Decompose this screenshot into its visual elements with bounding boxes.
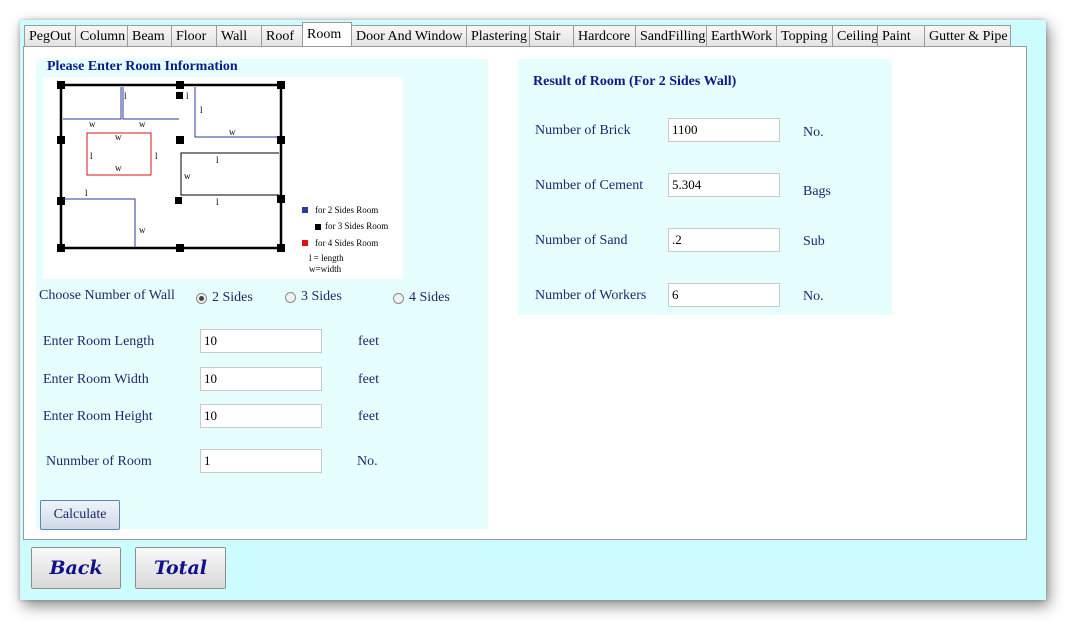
radio-selected-icon [196, 292, 207, 304]
svg-text:w: w [89, 119, 96, 129]
tab-topping[interactable]: Topping [776, 25, 833, 46]
calculate-button[interactable]: Calculate [40, 500, 120, 530]
tab-paint[interactable]: Paint [877, 25, 925, 46]
svg-text:l: l [216, 155, 219, 165]
svg-text:l: l [90, 151, 93, 161]
svg-text:w: w [139, 119, 146, 129]
app-window: PegOut Column Beam Floor Wall Roof Room … [20, 20, 1046, 600]
legend-3-sides: for 3 Sides Room [325, 221, 388, 231]
svg-text:w: w [184, 171, 191, 181]
room-height-unit: feet [358, 409, 379, 424]
svg-text:l: l [124, 91, 127, 101]
tab-plastering[interactable]: Plastering [466, 25, 530, 46]
tab-floor[interactable]: Floor [171, 25, 217, 46]
room-width-input[interactable] [200, 367, 322, 391]
legend-width-note: w=width [309, 264, 342, 274]
svg-text:l: l [155, 151, 158, 161]
tab-stair[interactable]: Stair [529, 25, 574, 46]
room-length-label: Enter Room Length [43, 334, 155, 349]
svg-text:w: w [229, 127, 236, 137]
svg-text:l: l [200, 105, 203, 115]
sand-unit: Sub [803, 234, 825, 249]
tab-sandfilling[interactable]: SandFilling [635, 25, 707, 46]
sand-output[interactable] [668, 228, 780, 252]
tab-door-and-window[interactable]: Door And Window [351, 25, 467, 46]
radio-empty-icon [285, 291, 296, 303]
tab-gutter-and-pipe[interactable]: Gutter & Pipe [924, 25, 1011, 46]
tab-ceiling[interactable]: Ceiling [832, 25, 878, 46]
tab-earthwork[interactable]: EarthWork [706, 25, 777, 46]
room-count-unit: No. [357, 454, 378, 469]
tab-beam[interactable]: Beam [127, 25, 172, 46]
room-length-unit: feet [358, 334, 379, 349]
svg-text:l: l [186, 91, 189, 101]
svg-text:w: w [115, 132, 122, 142]
room-height-label: Enter Room Height [43, 409, 153, 424]
room-width-label: Enter Room Width [43, 372, 149, 387]
svg-text:w: w [139, 225, 146, 235]
room-height-input[interactable] [200, 404, 322, 428]
brick-label: Number of Brick [535, 123, 631, 138]
result-panel-title: Result of Room (For 2 Sides Wall) [533, 74, 737, 89]
brick-output[interactable] [668, 118, 780, 142]
brick-unit: No. [803, 125, 824, 140]
room-diagram: l l l w w w w l l w l w l l w for 2 Side… [43, 77, 403, 279]
tab-hardcore[interactable]: Hardcore [573, 25, 636, 46]
tab-pegout[interactable]: PegOut [24, 25, 76, 46]
cement-unit: Bags [803, 184, 831, 199]
sand-label: Number of Sand [535, 233, 628, 248]
back-button[interactable]: Back [31, 547, 121, 589]
room-count-label: Nunmber of Room [46, 454, 152, 469]
tab-room[interactable]: Room [302, 22, 352, 46]
tab-wall[interactable]: Wall [216, 25, 262, 46]
workers-unit: No. [803, 289, 824, 304]
radio-4-sides[interactable]: 4 Sides [393, 290, 450, 306]
radio-empty-icon [393, 292, 404, 304]
total-button[interactable]: Total [135, 547, 226, 589]
tab-content: Please Enter Room Information l l l w w … [23, 46, 1027, 540]
wall-choice-label: Choose Number of Wall [39, 288, 175, 303]
room-width-unit: feet [358, 372, 379, 387]
tab-column[interactable]: Column [75, 25, 128, 46]
workers-output[interactable] [668, 283, 780, 307]
cement-label: Number of Cement [535, 178, 644, 193]
room-length-input[interactable] [200, 329, 322, 353]
legend-4-sides: for 4 Sides Room [315, 238, 378, 248]
workers-label: Number of Workers [535, 288, 647, 303]
legend-2-sides: for 2 Sides Room [315, 205, 378, 215]
tab-roof[interactable]: Roof [261, 25, 303, 46]
room-count-input[interactable] [200, 449, 322, 473]
radio-2-sides[interactable]: 2 Sides [196, 290, 253, 306]
room-input-panel: Please Enter Room Information l l l w w … [36, 59, 488, 530]
svg-text:l: l [85, 188, 88, 198]
input-panel-title: Please Enter Room Information [47, 59, 238, 74]
cement-output[interactable] [668, 173, 780, 197]
room-result-panel: Result of Room (For 2 Sides Wall) Number… [518, 59, 892, 315]
svg-text:w: w [115, 163, 122, 173]
tab-bar: PegOut Column Beam Floor Wall Roof Room … [24, 22, 1011, 47]
room-plan-illustration: l l l w w w w l l w l w l l w for 2 Side… [57, 81, 388, 274]
legend-length-note: l = length [309, 253, 344, 263]
radio-3-sides[interactable]: 3 Sides [285, 289, 342, 305]
svg-text:l: l [216, 197, 219, 207]
